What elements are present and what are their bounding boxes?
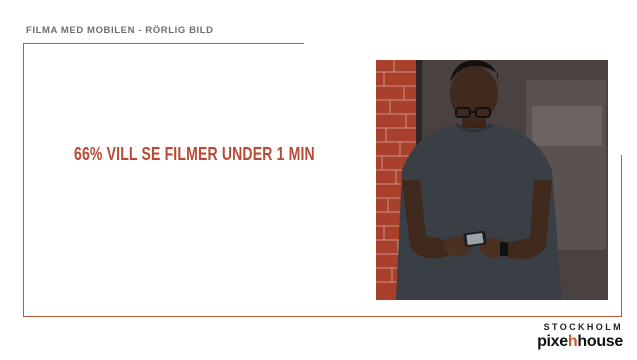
slide-section-title: FILMA MED MOBILEN - RÖRLIG BILD bbox=[26, 25, 214, 36]
frame-line-bottom bbox=[23, 316, 622, 317]
stockholm-pixelhouse-logo: STOCKHOLM pixehhouse bbox=[537, 322, 623, 351]
frame-line-left bbox=[23, 43, 24, 317]
logo-accent-glyph: h bbox=[567, 333, 578, 350]
frame-line-right bbox=[621, 155, 622, 317]
frame-line-top bbox=[23, 43, 304, 44]
slide-headline: 66% VILL SE FILMER UNDER 1 MIN bbox=[74, 144, 315, 164]
logo-brand: pixehhouse bbox=[537, 333, 623, 351]
logo-brand-part1: pixe bbox=[537, 333, 568, 350]
logo-city: STOCKHOLM bbox=[543, 322, 623, 332]
slide: FILMA MED MOBILEN - RÖRLIG BILD 66% VILL… bbox=[0, 0, 637, 360]
logo-brand-part2: house bbox=[577, 333, 623, 350]
photo-man-with-phone bbox=[376, 60, 608, 300]
